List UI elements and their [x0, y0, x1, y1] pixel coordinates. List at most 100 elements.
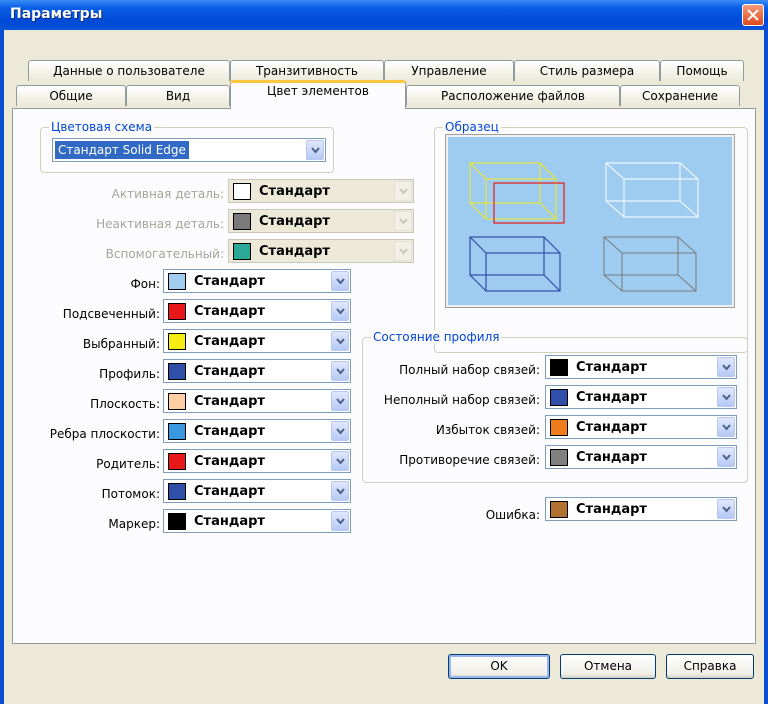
child-label: Потомок:: [101, 487, 160, 501]
chevron-down-icon[interactable]: [331, 511, 349, 531]
full-constraints-swatch: [550, 359, 568, 376]
color-scheme-group-label: Цветовая схема: [49, 120, 155, 134]
inactive-part-value: Стандарт: [259, 214, 330, 229]
plane-edges-swatch: [168, 423, 186, 440]
parent-swatch: [168, 453, 186, 470]
parent-color-select[interactable]: Стандарт: [163, 449, 351, 473]
plane-edges-value: Стандарт: [194, 424, 265, 439]
selected-swatch: [168, 333, 186, 350]
chevron-down-icon[interactable]: [394, 181, 412, 201]
chevron-down-icon[interactable]: [394, 241, 412, 261]
tab-view[interactable]: Вид: [126, 85, 230, 106]
chevron-down-icon[interactable]: [331, 421, 349, 441]
active-part-label: Активная деталь:: [111, 187, 224, 201]
excess-constraints-value: Стандарт: [576, 420, 647, 435]
conflicting-constraints-swatch: [550, 449, 568, 466]
excess-constraints-color-select[interactable]: Стандарт: [545, 415, 737, 439]
active-part-color-select[interactable]: Стандарт: [228, 179, 414, 203]
color-scheme-value: Стандарт Solid Edge: [55, 141, 189, 159]
close-icon[interactable]: [742, 4, 764, 26]
profile-swatch: [168, 363, 186, 380]
plane-edges-color-select[interactable]: Стандарт: [163, 419, 351, 443]
sample-group-label: Образец: [443, 120, 501, 134]
tab-user-data[interactable]: Данные о пользователе: [28, 60, 230, 81]
parent-label: Родитель:: [96, 457, 160, 471]
full-constraints-color-select[interactable]: Стандарт: [545, 355, 737, 379]
plane-value: Стандарт: [194, 394, 265, 409]
chevron-down-icon[interactable]: [717, 447, 735, 467]
background-label: Фон:: [130, 277, 160, 291]
ok-button[interactable]: OK: [448, 654, 550, 679]
tab-element-colors[interactable]: Цвет элементов: [230, 80, 406, 109]
auxiliary-value: Стандарт: [259, 244, 330, 259]
plane-swatch: [168, 393, 186, 410]
color-scheme-select[interactable]: Стандарт Solid Edge: [52, 138, 326, 162]
highlighted-value: Стандарт: [194, 304, 265, 319]
chevron-down-icon[interactable]: [394, 211, 412, 231]
child-swatch: [168, 483, 186, 500]
profile-label: Профиль:: [99, 367, 160, 381]
chevron-down-icon[interactable]: [331, 481, 349, 501]
chevron-down-icon[interactable]: [331, 391, 349, 411]
tab-dimension-style[interactable]: Стиль размера: [514, 60, 660, 81]
auxiliary-swatch: [233, 243, 251, 260]
highlighted-color-select[interactable]: Стандарт: [163, 299, 351, 323]
chevron-down-icon[interactable]: [331, 301, 349, 321]
tab-saving[interactable]: Сохранение: [620, 85, 740, 106]
inactive-part-label: Неактивная деталь:: [96, 217, 224, 231]
tab-help[interactable]: Помощь: [660, 60, 744, 81]
window-title: Параметры: [10, 6, 103, 22]
conflicting-constraints-color-select[interactable]: Стандарт: [545, 445, 737, 469]
marker-value: Стандарт: [194, 514, 265, 529]
background-value: Стандарт: [194, 274, 265, 289]
error-label: Ошибка:: [485, 508, 540, 522]
tab-transitivity[interactable]: Транзитивность: [230, 60, 384, 81]
parent-value: Стандарт: [194, 454, 265, 469]
plane-label: Плоскость:: [90, 397, 160, 411]
selected-color-select[interactable]: Стандарт: [163, 329, 351, 353]
partial-constraints-color-select[interactable]: Стандарт: [545, 385, 737, 409]
chevron-down-icon[interactable]: [331, 331, 349, 351]
tab-file-locations[interactable]: Расположение файлов: [406, 85, 620, 106]
preview-boxes-image: [469, 162, 699, 292]
chevron-down-icon[interactable]: [331, 271, 349, 291]
highlighted-label: Подсвеченный:: [62, 307, 160, 321]
active-part-value: Стандарт: [259, 184, 330, 199]
help-button[interactable]: Справка: [666, 654, 754, 679]
cancel-button[interactable]: Отмена: [560, 654, 656, 679]
partial-constraints-value: Стандарт: [576, 390, 647, 405]
settings-dialog: Параметры Данные о пользователе Транзити…: [0, 0, 768, 704]
background-swatch: [168, 273, 186, 290]
plane-color-select[interactable]: Стандарт: [163, 389, 351, 413]
background-color-select[interactable]: Стандарт: [163, 269, 351, 293]
tab-general[interactable]: Общие: [16, 85, 126, 106]
chevron-down-icon[interactable]: [306, 140, 324, 160]
error-color-select[interactable]: Стандарт: [545, 497, 737, 521]
highlighted-swatch: [168, 303, 186, 320]
chevron-down-icon[interactable]: [331, 451, 349, 471]
tab-management[interactable]: Управление: [384, 60, 514, 81]
chevron-down-icon[interactable]: [717, 387, 735, 407]
inactive-part-color-select[interactable]: Стандарт: [228, 209, 414, 233]
conflicting-constraints-label: Противоречие связей:: [399, 453, 540, 467]
chevron-down-icon[interactable]: [717, 357, 735, 377]
error-swatch: [550, 501, 568, 518]
child-color-select[interactable]: Стандарт: [163, 479, 351, 503]
title-bar[interactable]: Параметры: [0, 0, 768, 30]
chevron-down-icon[interactable]: [717, 499, 735, 519]
excess-constraints-label: Избыток связей:: [435, 423, 540, 437]
marker-label: Маркер:: [108, 517, 160, 531]
excess-constraints-swatch: [550, 419, 568, 436]
marker-color-select[interactable]: Стандарт: [163, 509, 351, 533]
partial-constraints-swatch: [550, 389, 568, 406]
profile-state-group-label: Состояние профиля: [371, 330, 502, 344]
chevron-down-icon[interactable]: [717, 417, 735, 437]
child-value: Стандарт: [194, 484, 265, 499]
profile-color-select[interactable]: Стандарт: [163, 359, 351, 383]
error-value: Стандарт: [576, 502, 647, 517]
auxiliary-color-select[interactable]: Стандарт: [228, 239, 414, 263]
profile-value: Стандарт: [194, 364, 265, 379]
active-part-swatch: [233, 183, 251, 200]
auxiliary-label: Вспомогательный:: [105, 247, 224, 261]
chevron-down-icon[interactable]: [331, 361, 349, 381]
